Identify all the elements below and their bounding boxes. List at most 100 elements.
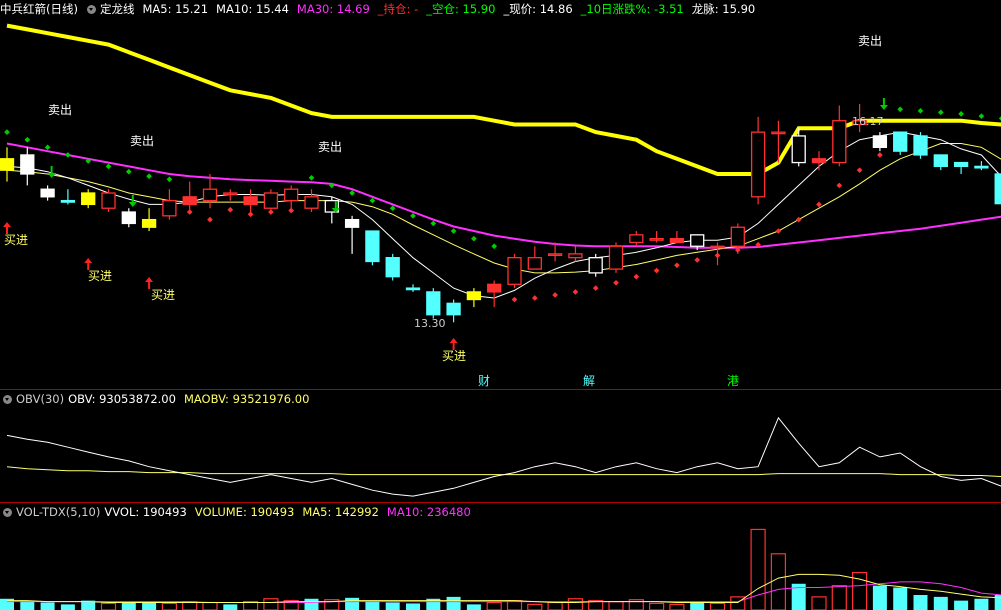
buy-label: 买进 <box>4 233 28 247</box>
volume-bar <box>345 597 360 610</box>
price-readout: _现价: 14.86 <box>503 2 573 16</box>
sar-dot <box>531 295 538 301</box>
event-marker-gang[interactable]: 港 <box>727 374 739 388</box>
volume-bar <box>608 600 624 610</box>
sell-label: 卖出 <box>130 134 154 148</box>
candle-body <box>446 302 461 316</box>
sar-dot <box>471 235 477 242</box>
candle-body <box>344 218 360 228</box>
volume-bar <box>831 585 847 610</box>
sell-label: 卖出 <box>48 103 72 117</box>
candle-body <box>872 135 888 148</box>
volume-bar <box>669 603 685 610</box>
volume-bar <box>223 604 238 610</box>
sar-dot <box>877 152 883 158</box>
volume-bar <box>100 602 117 610</box>
sar-dot <box>450 228 457 234</box>
candle-body <box>263 192 279 209</box>
candle-body <box>608 245 624 270</box>
volume-bar <box>872 585 887 610</box>
ma10-readout: MA10: 15.44 <box>216 2 289 16</box>
candle-body <box>182 196 197 206</box>
volume-bar <box>913 595 928 610</box>
maobv-readout: MAOBV: 93521976.00 <box>183 392 310 406</box>
candle-body <box>588 257 603 274</box>
sar-dot <box>166 176 173 183</box>
sar-dot <box>349 190 355 196</box>
ma30-line <box>6 142 1001 249</box>
candle-body <box>101 192 116 209</box>
vol-indicator-name[interactable]: VOL-TDX(5,10) <box>16 505 100 519</box>
sar-dot <box>227 206 234 213</box>
candle-body <box>40 188 55 198</box>
sar-dot <box>653 267 660 274</box>
candle-body <box>121 211 136 225</box>
candle-body <box>202 188 218 202</box>
volume-bar <box>547 601 563 610</box>
volume-bar <box>770 553 787 610</box>
event-marker-jie[interactable]: 解 <box>583 374 595 388</box>
candle-body <box>730 226 745 247</box>
ma5-readout: MA5: 15.21 <box>142 2 209 16</box>
sar-dot <box>958 111 964 117</box>
sar-dot <box>937 109 944 116</box>
volume-bar <box>527 603 543 610</box>
sar-dot <box>44 144 51 151</box>
stock-name[interactable]: 中兵红箭(日线) <box>0 1 78 17</box>
sar-dot <box>24 136 31 143</box>
event-marker-cai[interactable]: 财 <box>478 374 490 388</box>
sar-dot <box>856 167 863 174</box>
candle-body <box>243 196 258 206</box>
candle-body <box>832 120 847 164</box>
volume-bar <box>648 602 665 610</box>
volume-chart[interactable] <box>0 521 1001 610</box>
candle-body <box>365 230 380 263</box>
sar-dot <box>694 257 701 263</box>
indicator-name[interactable]: 定龙线 <box>100 1 135 17</box>
sar-dot <box>65 152 71 158</box>
vol-ma5-line <box>7 573 1001 603</box>
candle-body <box>750 131 766 198</box>
volume-bar <box>893 587 908 610</box>
ma5-line <box>6 131 1001 299</box>
candle-body <box>953 161 969 168</box>
candle-body <box>791 135 806 164</box>
sar-dot <box>146 173 152 180</box>
volume-bar <box>446 596 461 610</box>
volume-bar <box>690 602 705 610</box>
longmai-line <box>6 23 1001 176</box>
buy-label: 买进 <box>88 269 112 283</box>
ma30-readout: MA30: 14.69 <box>296 2 370 16</box>
sar-dot <box>795 216 802 223</box>
volume-bar <box>811 596 827 610</box>
vol-ma10-line <box>7 581 1001 603</box>
obv-readout: OBV: 93053872.00 <box>68 392 176 406</box>
sar-dot <box>369 197 376 204</box>
vol-header: VOL-TDX(5,10) VVOL: 190493 VOLUME: 19049… <box>0 503 1001 521</box>
indicator-menu-icon[interactable] <box>3 394 12 404</box>
sar-dot <box>4 129 10 135</box>
volume-bar <box>142 602 157 610</box>
sar-dot <box>572 289 579 295</box>
sar-dot <box>592 285 599 291</box>
volume-bar <box>161 602 177 610</box>
sar-dot <box>674 262 680 269</box>
indicator-menu-icon[interactable] <box>3 507 12 517</box>
candle-body <box>893 131 908 152</box>
sar-dot <box>247 211 254 218</box>
candle-body <box>669 238 685 244</box>
volume-bar <box>750 528 766 610</box>
sell-arrow-icon <box>879 98 888 110</box>
volume-bar <box>567 598 584 610</box>
price-chart[interactable]: 财 解 港 13.30 16.17 买进 买进 买进 买进 卖出 卖出 卖出 卖… <box>0 18 1001 388</box>
sar-dot <box>288 207 295 214</box>
sar-dot <box>430 220 437 227</box>
candle-body <box>527 257 542 270</box>
obv-indicator-name[interactable]: OBV(30) <box>16 392 64 406</box>
obv-chart[interactable] <box>0 408 1001 501</box>
main-chart-header: 中兵红箭(日线) 定龙线 MA5: 15.21 MA10: 15.44 MA30… <box>0 0 1001 18</box>
indicator-menu-icon[interactable] <box>86 4 96 14</box>
candle-body <box>811 158 827 164</box>
sar-dot <box>917 107 924 114</box>
sar-dot <box>410 212 416 219</box>
